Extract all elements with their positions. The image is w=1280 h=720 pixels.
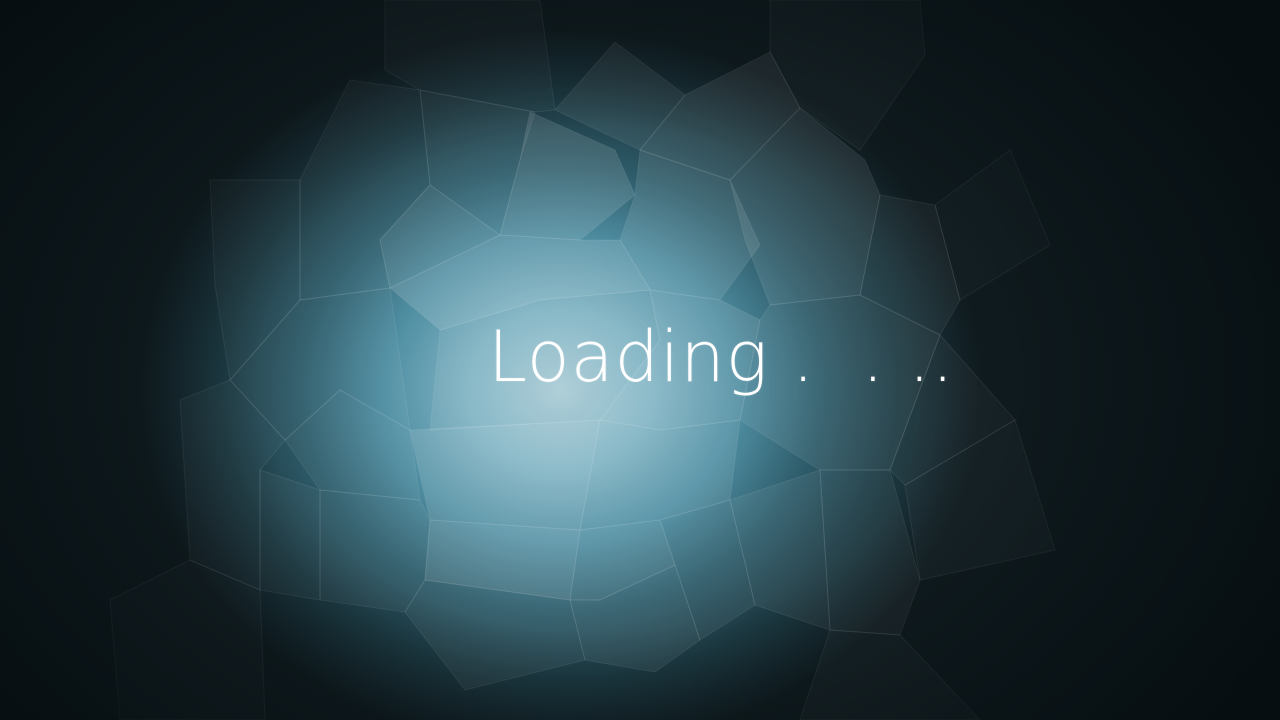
loading-text: Loading . . .. [488, 316, 955, 398]
loading-screen: Loading . . .. [0, 0, 1280, 720]
